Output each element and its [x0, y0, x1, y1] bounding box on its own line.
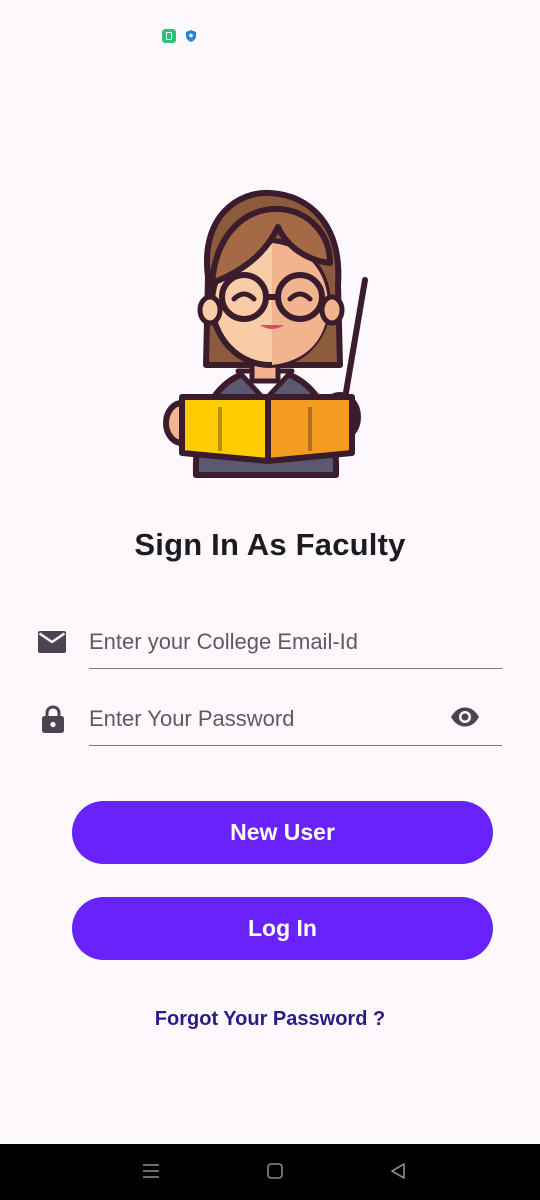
- menu-icon[interactable]: [142, 1162, 160, 1180]
- password-field[interactable]: [89, 692, 502, 746]
- new-user-button[interactable]: New User: [72, 801, 493, 864]
- login-screen: Sign In As Faculty New User Log In Forgo…: [0, 0, 540, 1200]
- system-nav-bar: [0, 1144, 540, 1200]
- lock-icon: [42, 705, 64, 733]
- home-square-icon[interactable]: [266, 1162, 284, 1180]
- status-bar: [0, 0, 540, 72]
- login-button[interactable]: Log In: [72, 897, 493, 960]
- password-field-row: [0, 689, 540, 749]
- shield-icon: [186, 30, 196, 42]
- app-notification-icon: [162, 29, 176, 43]
- back-triangle-icon[interactable]: [389, 1162, 407, 1180]
- email-field-row: [0, 612, 540, 672]
- email-field[interactable]: [89, 615, 502, 669]
- mail-icon: [38, 631, 66, 653]
- teacher-illustration: [163, 189, 368, 478]
- eye-icon[interactable]: [450, 707, 480, 727]
- page-title: Sign In As Faculty: [134, 527, 406, 562]
- forgot-password-link[interactable]: Forgot Your Password ?: [0, 1008, 540, 1031]
